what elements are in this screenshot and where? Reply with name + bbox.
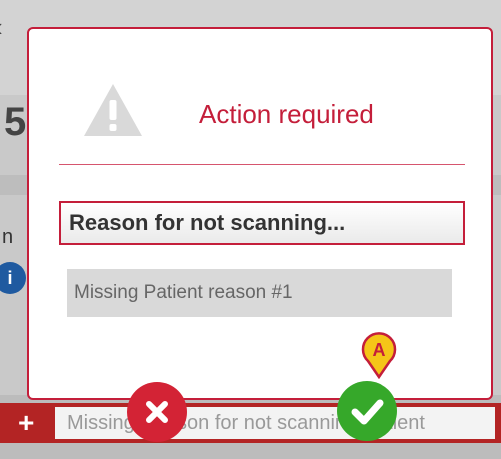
checkmark-icon: [351, 399, 384, 425]
reason-select-button[interactable]: Reason for not scanning...: [59, 201, 465, 245]
add-icon: +: [18, 407, 35, 438]
info-icon: i: [0, 262, 26, 294]
background-reason-input: Missing Reason for not scanning Patient: [55, 407, 495, 439]
cancel-button[interactable]: [127, 382, 187, 442]
marker-label: A: [373, 340, 386, 360]
background-number: 5: [4, 100, 27, 144]
confirm-button[interactable]: [337, 381, 397, 441]
back-arrow-icon: ‹: [0, 12, 3, 43]
title-divider: [59, 164, 465, 165]
background-text: n: [2, 226, 14, 248]
warning-triangle-icon: [84, 84, 142, 136]
close-icon: [146, 401, 168, 423]
dialog-title: Action required: [199, 99, 374, 129]
reason-option[interactable]: Missing Patient reason #1: [67, 269, 452, 317]
action-required-dialog: Action required Reason for not scanning.…: [27, 27, 493, 400]
annotation-marker-a: A: [361, 332, 397, 379]
